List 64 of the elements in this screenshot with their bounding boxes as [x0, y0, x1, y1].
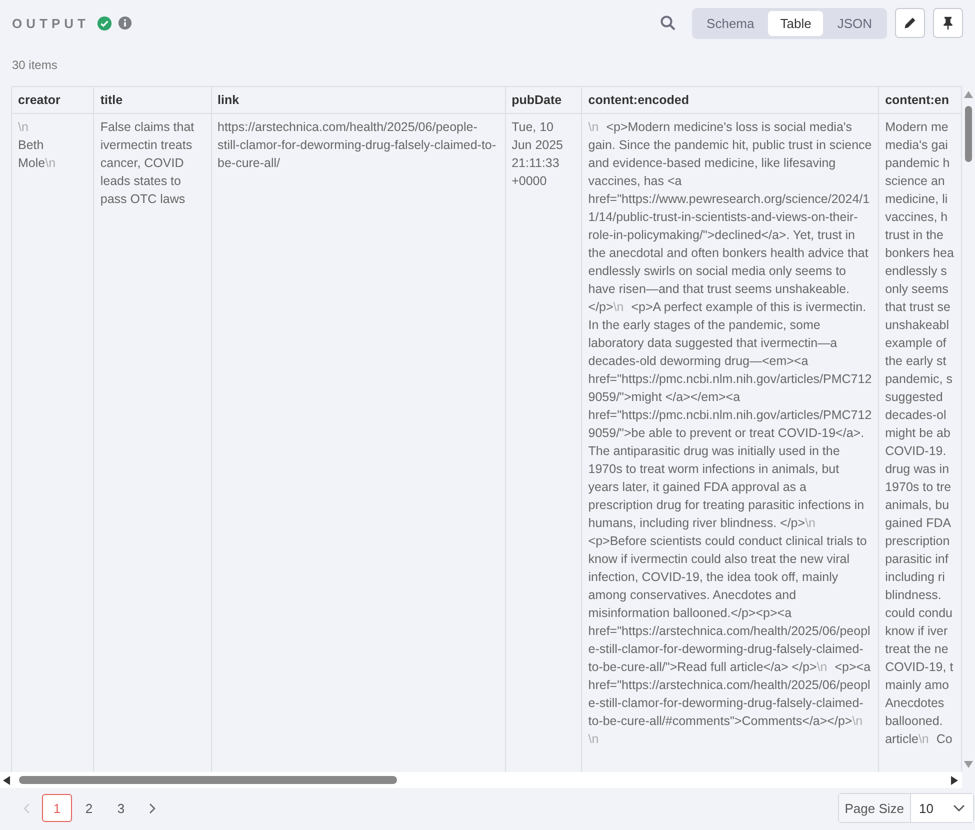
- view-tab[interactable]: JSON: [825, 10, 884, 36]
- cell-text-line: could condu: [885, 605, 954, 622]
- page-button[interactable]: 2: [74, 794, 104, 822]
- panel-title: OUTPUT: [12, 16, 90, 30]
- cell-text-line: suggested: [885, 389, 944, 406]
- cell-text-line: endlessly s: [885, 263, 948, 280]
- item-count: 30 items: [12, 58, 58, 72]
- cell-text-line: example of: [885, 335, 948, 352]
- edit-button[interactable]: [895, 8, 925, 38]
- scrollbar-thumb[interactable]: [19, 776, 397, 784]
- cell-text-line: parasitic inf: [885, 551, 950, 568]
- cell-text-line: the early st: [885, 353, 948, 370]
- scroll-left-icon: [3, 776, 10, 784]
- cell-text-line: trust in the: [885, 227, 944, 244]
- view-tab[interactable]: Table: [768, 10, 824, 36]
- success-check-icon: [97, 16, 112, 30]
- cell-text-line: only seems: [885, 281, 950, 298]
- cell-text-line: might be ab: [885, 425, 952, 442]
- cell-text-line: decades-ol: [885, 407, 948, 424]
- cell-text-line: drug was in: [885, 461, 950, 478]
- cell-text-line: treat the ne: [885, 641, 950, 658]
- cell-text-line: prescription: [885, 533, 951, 550]
- chevron-right-icon: [148, 802, 156, 814]
- view-tab[interactable]: Schema: [694, 10, 766, 36]
- cell-text-line: including ri: [885, 569, 946, 586]
- horizontal-scrollbar[interactable]: [0, 772, 962, 788]
- scroll-up-icon: [964, 91, 973, 98]
- cell-text-line: gained FDA: [885, 515, 952, 532]
- info-icon[interactable]: [118, 16, 132, 30]
- cell-text-line: know if iver: [885, 623, 949, 640]
- cell-text-line: pandemic, s: [885, 371, 954, 388]
- cell-text-line: media's gai: [885, 137, 949, 154]
- pencil-icon: [903, 16, 917, 30]
- cell-text-line: article\n Co: [885, 731, 954, 748]
- column-header[interactable]: creator: [12, 86, 94, 114]
- cell-text-line: mainly amo: [885, 677, 950, 694]
- column-header[interactable]: pubDate: [505, 86, 582, 114]
- pin-icon: [941, 16, 955, 30]
- column-header[interactable]: content:en: [878, 86, 962, 114]
- cell-text-line: blindness.: [885, 587, 942, 604]
- page-button[interactable]: 3: [106, 794, 136, 822]
- chevron-left-icon: [22, 802, 30, 814]
- scroll-down-icon: [964, 761, 973, 768]
- scroll-right-icon: [951, 776, 958, 784]
- cell-text-line: unshakeabl: [885, 317, 950, 334]
- column-header[interactable]: title: [94, 86, 211, 114]
- cell-text-line: that trust se: [885, 299, 952, 316]
- cell-text-line: ballooned.: [885, 713, 944, 730]
- cell-text-line: pandemic h: [885, 155, 951, 172]
- cell-text-line: Anecdotes: [885, 695, 946, 712]
- pin-button[interactable]: [933, 8, 963, 38]
- scrollbar-thumb[interactable]: [965, 106, 972, 162]
- cell-text-line: Modern me: [885, 119, 950, 136]
- column-header[interactable]: link: [211, 86, 506, 114]
- cell-text-line: vaccines, h: [885, 209, 949, 226]
- cell-text-line: bonkers hea: [885, 245, 955, 262]
- cell-text-line: 1970s to tre: [885, 479, 952, 496]
- cell-text-line: COVID-19, t: [885, 659, 954, 676]
- cell-text-line: animals, bu: [885, 497, 950, 514]
- cell-text-line: COVID-19.: [885, 443, 948, 460]
- cell-text-line: science an: [885, 173, 946, 190]
- cell-text-line: medicine, li: [885, 191, 949, 208]
- search-icon[interactable]: [660, 15, 676, 31]
- column-header[interactable]: content:encoded: [582, 86, 879, 114]
